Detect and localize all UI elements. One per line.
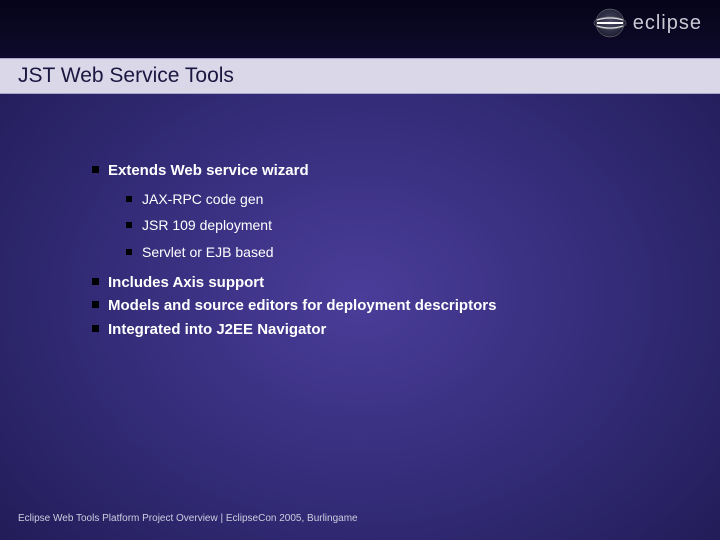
bullet-level2: JAX-RPC code gen — [126, 186, 690, 213]
bullet-level1: Models and source editors for deployment… — [92, 295, 690, 317]
bullet-level1: Integrated into J2EE Navigator — [92, 319, 690, 341]
title-band: JST Web Service Tools — [0, 58, 720, 94]
eclipse-logo-icon — [593, 6, 627, 40]
bullet-level2: JSR 109 deployment — [126, 212, 690, 239]
slide-title: JST Web Service Tools — [18, 64, 234, 88]
eclipse-logo: eclipse — [593, 6, 702, 40]
bullet-level1: Includes Axis support — [92, 272, 690, 294]
bullet-level2: Servlet or EJB based — [126, 239, 690, 266]
bullet-level1: Extends Web service wizard — [92, 160, 690, 182]
logo-text: eclipse — [633, 12, 702, 35]
header-band: eclipse — [0, 0, 720, 58]
sub-bullet-group: JAX-RPC code gen JSR 109 deployment Serv… — [92, 186, 690, 266]
slide-content: Extends Web service wizard JAX-RPC code … — [92, 160, 690, 343]
footer-text: Eclipse Web Tools Platform Project Overv… — [18, 513, 358, 524]
